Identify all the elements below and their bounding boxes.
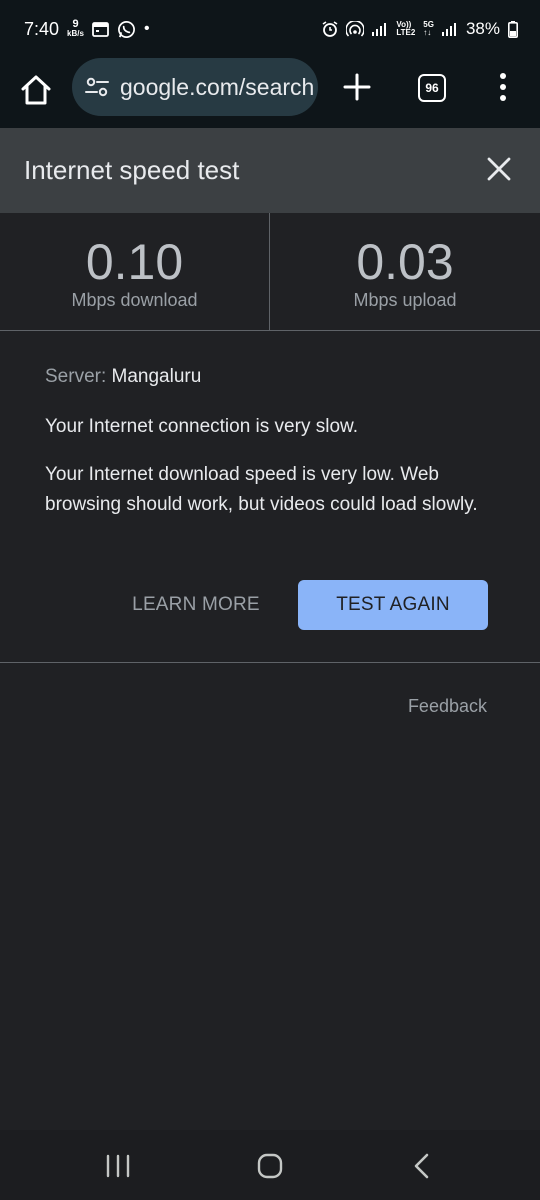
system-home-button[interactable] <box>257 1153 283 1179</box>
site-settings-icon[interactable] <box>84 74 110 100</box>
network-speed-value: 9 <box>72 18 79 30</box>
calendar-icon <box>92 21 109 37</box>
page-title: Internet speed test <box>24 155 240 185</box>
browser-toolbar: google.com/search 96 <box>0 58 540 128</box>
network-speed-indicator: 9 kB/s <box>67 18 84 39</box>
signal-2-icon <box>441 22 458 36</box>
battery-percent: 38% <box>465 19 500 38</box>
home-circle-icon <box>257 1153 283 1179</box>
upload-value: 0.03 <box>356 234 454 290</box>
new-tab-button[interactable] <box>342 72 372 102</box>
download-label: Mbps download <box>71 290 198 310</box>
speed-info: Server: Mangaluru Your Internet connecti… <box>45 364 495 520</box>
connection-detail: Your Internet download speed is very low… <box>45 464 478 515</box>
plus-icon <box>343 73 371 101</box>
speed-test-header: Internet speed test <box>0 128 540 213</box>
upload-result: 0.03 Mbps upload <box>270 213 540 330</box>
hotspot-icon <box>346 21 365 37</box>
status-right: Vo)) LTE2 5G ↑↓ 38% <box>322 19 518 39</box>
status-left: 7:40 9 kB/s • <box>24 19 150 40</box>
section-divider <box>0 662 540 663</box>
network-type-indicator: 5G ↑↓ <box>423 21 434 37</box>
test-again-button[interactable]: TEST AGAIN <box>298 580 488 630</box>
learn-more-button[interactable]: LEARN MORE <box>112 580 280 630</box>
recents-button[interactable] <box>104 1154 132 1178</box>
network-speed-unit: kB/s <box>67 29 84 38</box>
url-text: google.com/search <box>120 73 315 100</box>
tab-switcher-button[interactable]: 96 <box>418 74 446 102</box>
lte-label: LTE2 <box>396 28 416 37</box>
signal-1-icon <box>372 22 388 36</box>
server-line: Server: Mangaluru <box>45 364 495 390</box>
home-button[interactable] <box>18 72 54 108</box>
alarm-icon <box>322 21 338 37</box>
speed-test-actions: LEARN MORE TEST AGAIN <box>0 580 540 630</box>
download-value: 0.10 <box>85 234 184 290</box>
back-button[interactable] <box>411 1152 431 1180</box>
browser-menu-button[interactable] <box>496 71 510 103</box>
connection-summary: Your Internet connection is very slow. <box>45 416 358 437</box>
close-icon <box>487 157 511 181</box>
volte-indicator: Vo)) LTE2 <box>396 21 415 37</box>
address-bar[interactable]: google.com/search <box>72 58 318 116</box>
speed-results: 0.10 Mbps download 0.03 Mbps upload <box>0 213 540 331</box>
status-time: 7:40 <box>24 18 60 39</box>
more-vert-icon <box>500 73 506 101</box>
server-label: Server: <box>45 366 107 387</box>
tab-count: 96 <box>425 81 439 95</box>
feedback-link[interactable]: Feedback <box>408 696 487 717</box>
back-chevron-icon <box>414 1153 429 1179</box>
data-arrows-icon: ↑↓ <box>423 28 432 37</box>
recents-icon <box>106 1154 130 1178</box>
upload-label: Mbps upload <box>353 290 457 310</box>
server-value: Mangaluru <box>111 366 202 387</box>
home-icon <box>21 75 51 105</box>
close-button[interactable] <box>486 156 512 182</box>
battery-icon <box>508 20 518 38</box>
notification-dot-icon: • <box>143 20 150 37</box>
system-nav-bar <box>0 1130 540 1200</box>
whatsapp-icon <box>117 20 136 39</box>
download-result: 0.10 Mbps download <box>0 213 270 330</box>
status-bar: 7:40 9 kB/s • Vo)) LTE2 5G ↑↓ 38% <box>0 0 540 58</box>
